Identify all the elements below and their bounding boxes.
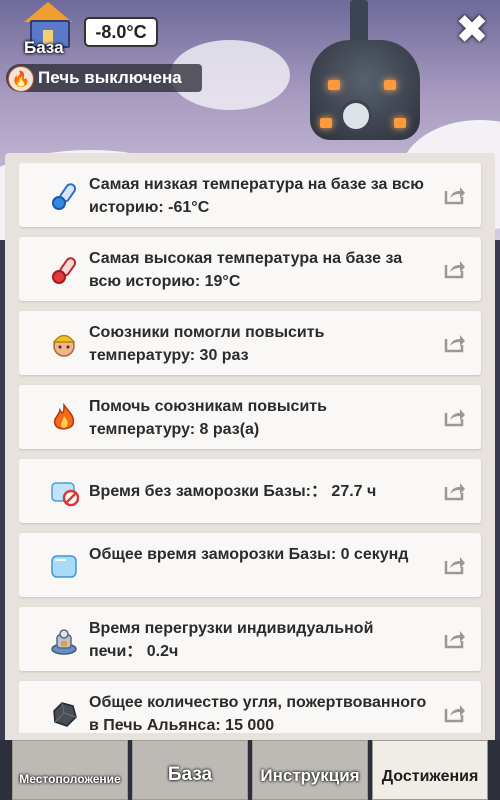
- furnace-overload-icon: [51, 629, 77, 655]
- tab-label: Местоположение: [19, 772, 121, 786]
- share-icon[interactable]: [444, 629, 466, 649]
- flame-icon: 🔥: [8, 66, 34, 92]
- achievements-panel: Самая низкая температура на базе за всю …: [5, 153, 495, 800]
- share-icon[interactable]: [444, 185, 466, 205]
- tab-label: База: [167, 764, 213, 785]
- base-label: База: [24, 38, 64, 57]
- share-icon[interactable]: [444, 407, 466, 427]
- stat-card-allies-helped: Союзники помогли повысить температуру: 3…: [19, 311, 481, 375]
- tab-base[interactable]: База: [132, 740, 248, 800]
- stats-list[interactable]: Самая низкая температура на базе за всю …: [19, 163, 485, 733]
- stat-card-help-allies: Помочь союзникам повысить температуру: 8…: [19, 385, 481, 449]
- thermometer-hot-icon: [52, 257, 77, 284]
- stat-card-no-freeze-time: Время без заморозки Базы:： 27.7 ч: [19, 459, 481, 523]
- close-button[interactable]: ✖: [452, 10, 492, 50]
- thermometer-cold-icon: [52, 183, 77, 210]
- share-icon[interactable]: [444, 703, 466, 723]
- coal-icon: [53, 702, 77, 727]
- no-freeze-icon: [51, 482, 79, 507]
- stat-text: Общее время заморозки Базы: 0 секунд: [89, 546, 409, 563]
- tab-instructions[interactable]: Инструкция: [252, 740, 368, 800]
- stat-text: Время без заморозки Базы:： 27.7 ч: [89, 483, 377, 500]
- stat-text: Помочь союзникам повысить температуру: 8…: [89, 398, 327, 438]
- tab-location[interactable]: Местоположение: [12, 740, 128, 800]
- stat-text: Союзники помогли повысить температуру: 3…: [89, 324, 325, 364]
- furnace-status-text: Печь выключена: [38, 68, 182, 87]
- stat-card-lowest-temp: Самая низкая температура на базе за всю …: [19, 163, 481, 227]
- furnace-building[interactable]: [300, 0, 430, 150]
- share-icon[interactable]: [444, 333, 466, 353]
- stat-text: Самая высокая температура на базе за всю…: [89, 250, 403, 290]
- stat-card-coal-donated: Общее количество угля, пожертвованного в…: [19, 681, 481, 733]
- stat-text: Самая низкая температура на базе за всю …: [89, 176, 424, 216]
- stat-card-furnace-overload: Время перегрузки индивидуальной печи： 0.…: [19, 607, 481, 671]
- temperature-readout: -8.0°C: [84, 17, 158, 47]
- share-icon[interactable]: [444, 259, 466, 279]
- tab-achievements[interactable]: Достижения: [372, 740, 488, 800]
- tab-label: Инструкция: [260, 766, 360, 785]
- ice-cube-icon: [51, 555, 77, 578]
- bottom-tab-bar: Местоположение База Инструкция Достижени…: [0, 740, 500, 800]
- stat-text: Время перегрузки индивидуальной печи： 0.…: [89, 620, 374, 660]
- share-icon[interactable]: [444, 555, 466, 575]
- flame-icon: [53, 403, 75, 430]
- ally-worker-icon: [52, 334, 76, 357]
- stat-card-frozen-time: Общее время заморозки Базы: 0 секунд: [19, 533, 481, 597]
- share-icon[interactable]: [444, 481, 466, 501]
- stat-card-highest-temp: Самая высокая температура на базе за всю…: [19, 237, 481, 301]
- furnace-status-badge[interactable]: 🔥 Печь выключена: [6, 64, 202, 92]
- tab-label: Достижения: [381, 768, 479, 785]
- stat-text: Общее количество угля, пожертвованного в…: [89, 694, 427, 733]
